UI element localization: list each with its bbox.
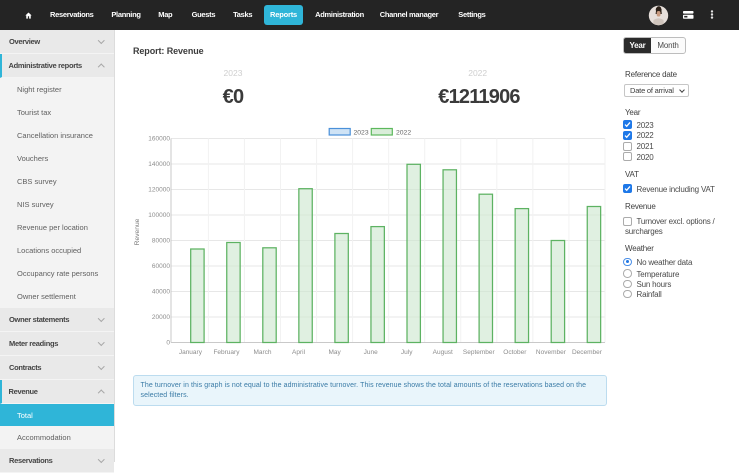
svg-text:Revenue: Revenue	[134, 218, 141, 245]
svg-text:60000: 60000	[152, 263, 170, 270]
svg-text:80000: 80000	[152, 238, 170, 245]
svg-text:120000: 120000	[148, 187, 170, 194]
svg-text:40000: 40000	[152, 289, 170, 296]
svg-text:April: April	[292, 349, 306, 356]
svg-text:July: July	[401, 349, 413, 356]
svg-text:June: June	[364, 349, 378, 356]
svg-text:November: November	[536, 349, 567, 356]
svg-text:100000: 100000	[148, 212, 170, 219]
svg-text:October: October	[503, 349, 527, 356]
svg-text:0: 0	[166, 340, 170, 347]
svg-text:20000: 20000	[152, 314, 170, 321]
svg-text:September: September	[463, 349, 496, 356]
svg-text:February: February	[213, 349, 240, 356]
svg-text:2023: 2023	[354, 129, 369, 136]
svg-text:March: March	[253, 349, 271, 356]
svg-text:August: August	[433, 349, 453, 356]
svg-text:December: December	[572, 349, 603, 356]
svg-text:January: January	[179, 349, 203, 356]
svg-text:140000: 140000	[148, 161, 170, 168]
svg-text:2022: 2022	[396, 129, 411, 136]
svg-text:160000: 160000	[148, 136, 170, 143]
svg-text:May: May	[328, 349, 341, 356]
